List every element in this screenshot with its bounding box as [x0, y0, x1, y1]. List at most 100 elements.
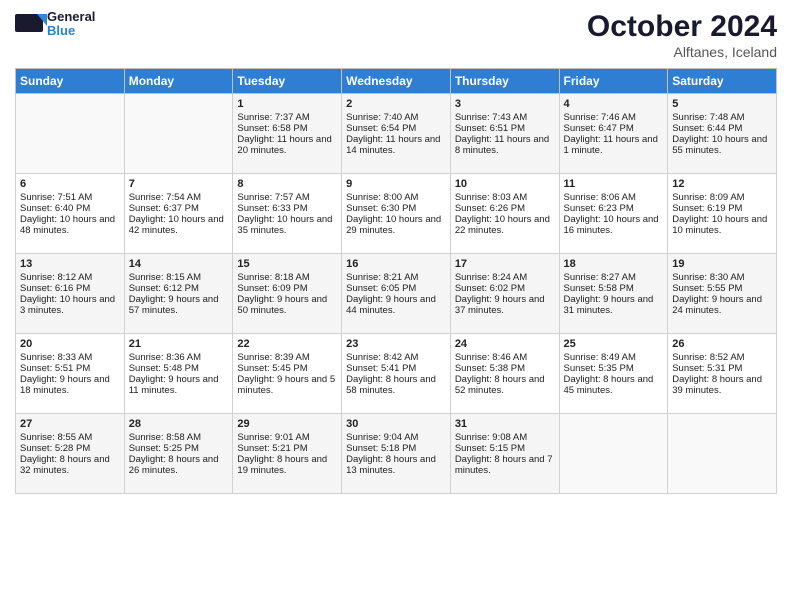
sunset-text: Sunset: 5:51 PM [20, 363, 120, 374]
daylight-text: Daylight: 10 hours and 16 minutes. [564, 214, 664, 236]
day-number: 16 [346, 258, 446, 270]
day-number: 9 [346, 178, 446, 190]
day-number: 12 [672, 178, 772, 190]
sunset-text: Sunset: 6:58 PM [237, 123, 337, 134]
sunset-text: Sunset: 6:44 PM [672, 123, 772, 134]
calendar-cell: 5Sunrise: 7:48 AMSunset: 6:44 PMDaylight… [668, 94, 777, 174]
daylight-text: Daylight: 11 hours and 20 minutes. [237, 134, 337, 156]
sunrise-text: Sunrise: 7:40 AM [346, 112, 446, 123]
calendar-cell: 15Sunrise: 8:18 AMSunset: 6:09 PMDayligh… [233, 254, 342, 334]
sunrise-text: Sunrise: 8:15 AM [129, 272, 229, 283]
weekday-header: Wednesday [342, 69, 451, 94]
sunrise-text: Sunrise: 8:42 AM [346, 352, 446, 363]
sunset-text: Sunset: 6:47 PM [564, 123, 664, 134]
sunrise-text: Sunrise: 8:30 AM [672, 272, 772, 283]
day-number: 25 [564, 338, 664, 350]
sunrise-text: Sunrise: 8:18 AM [237, 272, 337, 283]
sunset-text: Sunset: 6:37 PM [129, 203, 229, 214]
daylight-text: Daylight: 9 hours and 5 minutes. [237, 374, 337, 396]
sunset-text: Sunset: 5:31 PM [672, 363, 772, 374]
sunrise-text: Sunrise: 8:36 AM [129, 352, 229, 363]
sunrise-text: Sunrise: 7:46 AM [564, 112, 664, 123]
sunset-text: Sunset: 5:28 PM [20, 443, 120, 454]
calendar-cell: 11Sunrise: 8:06 AMSunset: 6:23 PMDayligh… [559, 174, 668, 254]
daylight-text: Daylight: 10 hours and 35 minutes. [237, 214, 337, 236]
sunrise-text: Sunrise: 9:08 AM [455, 432, 555, 443]
day-number: 23 [346, 338, 446, 350]
daylight-text: Daylight: 10 hours and 10 minutes. [672, 214, 772, 236]
header: General Blue October 2024 Alftanes, Icel… [15, 10, 777, 60]
day-number: 26 [672, 338, 772, 350]
calendar-week-row: 27Sunrise: 8:55 AMSunset: 5:28 PMDayligh… [16, 414, 777, 494]
calendar-cell: 22Sunrise: 8:39 AMSunset: 5:45 PMDayligh… [233, 334, 342, 414]
calendar-cell: 19 Sunrise: 8:30 AMSunset: 5:55 PMDayligh… [668, 254, 777, 334]
daylight-text: Daylight: 9 hours and 50 minutes. [237, 294, 337, 316]
sunset-text: Sunset: 5:38 PM [455, 363, 555, 374]
location: Alftanes, Iceland [587, 44, 777, 60]
calendar-week-row: 13Sunrise: 8:12 AMSunset: 6:16 PMDayligh… [16, 254, 777, 334]
daylight-text: Daylight: 8 hours and 32 minutes. [20, 454, 120, 476]
logo: General Blue [15, 10, 95, 39]
day-number: 18 [564, 258, 664, 270]
day-number: 7 [129, 178, 229, 190]
calendar-cell [559, 414, 668, 494]
daylight-text: Daylight: 9 hours and 24 minutes. [672, 294, 772, 316]
logo-icon [15, 12, 47, 36]
calendar-cell: 12 Sunrise: 8:09 AMSunset: 6:19 PMDayligh… [668, 174, 777, 254]
daylight-text: Daylight: 11 hours and 14 minutes. [346, 134, 446, 156]
calendar-cell: 10Sunrise: 8:03 AMSunset: 6:26 PMDayligh… [450, 174, 559, 254]
daylight-text: Daylight: 10 hours and 29 minutes. [346, 214, 446, 236]
sunrise-text: Sunrise: 9:04 AM [346, 432, 446, 443]
sunset-text: Sunset: 5:55 PM [672, 283, 772, 294]
calendar-cell [16, 94, 125, 174]
calendar-cell: 9 Sunrise: 8:00 AMSunset: 6:30 PMDaylight… [342, 174, 451, 254]
calendar-cell: 17Sunrise: 8:24 AMSunset: 6:02 PMDayligh… [450, 254, 559, 334]
calendar-cell: 3Sunrise: 7:43 AMSunset: 6:51 PMDaylight… [450, 94, 559, 174]
month-title: October 2024 [587, 10, 777, 44]
calendar-week-row: 20Sunrise: 8:33 AMSunset: 5:51 PMDayligh… [16, 334, 777, 414]
sunrise-text: Sunrise: 8:33 AM [20, 352, 120, 363]
daylight-text: Daylight: 9 hours and 11 minutes. [129, 374, 229, 396]
calendar-cell: 14Sunrise: 8:15 AMSunset: 6:12 PMDayligh… [124, 254, 233, 334]
sunset-text: Sunset: 5:48 PM [129, 363, 229, 374]
day-number: 19 [672, 258, 772, 270]
sunrise-text: Sunrise: 7:51 AM [20, 192, 120, 203]
sunset-text: Sunset: 5:35 PM [564, 363, 664, 374]
day-number: 28 [129, 418, 229, 430]
daylight-text: Daylight: 9 hours and 57 minutes. [129, 294, 229, 316]
daylight-text: Daylight: 10 hours and 55 minutes. [672, 134, 772, 156]
calendar-cell: 25Sunrise: 8:49 AMSunset: 5:35 PMDayligh… [559, 334, 668, 414]
calendar-cell: 7Sunrise: 7:54 AMSunset: 6:37 PMDaylight… [124, 174, 233, 254]
sunrise-text: Sunrise: 8:46 AM [455, 352, 555, 363]
day-number: 2 [346, 98, 446, 110]
title-block: October 2024 Alftanes, Iceland [587, 10, 777, 60]
sunrise-text: Sunrise: 7:43 AM [455, 112, 555, 123]
calendar-cell: 27Sunrise: 8:55 AMSunset: 5:28 PMDayligh… [16, 414, 125, 494]
sunset-text: Sunset: 6:19 PM [672, 203, 772, 214]
day-number: 22 [237, 338, 337, 350]
sunrise-text: Sunrise: 8:00 AM [346, 192, 446, 203]
day-number: 1 [237, 98, 337, 110]
sunset-text: Sunset: 6:23 PM [564, 203, 664, 214]
sunset-text: Sunset: 6:30 PM [346, 203, 446, 214]
calendar-cell [124, 94, 233, 174]
day-number: 14 [129, 258, 229, 270]
weekday-header: Sunday [16, 69, 125, 94]
logo-general: General [47, 10, 95, 24]
sunset-text: Sunset: 6:33 PM [237, 203, 337, 214]
day-number: 6 [20, 178, 120, 190]
sunrise-text: Sunrise: 8:52 AM [672, 352, 772, 363]
sunset-text: Sunset: 5:25 PM [129, 443, 229, 454]
sunset-text: Sunset: 6:02 PM [455, 283, 555, 294]
sunset-text: Sunset: 6:54 PM [346, 123, 446, 134]
sunrise-text: Sunrise: 8:09 AM [672, 192, 772, 203]
sunrise-text: Sunrise: 8:24 AM [455, 272, 555, 283]
logo-blue: Blue [47, 24, 95, 38]
sunrise-text: Sunrise: 8:58 AM [129, 432, 229, 443]
sunset-text: Sunset: 6:51 PM [455, 123, 555, 134]
sunset-text: Sunset: 5:45 PM [237, 363, 337, 374]
sunrise-text: Sunrise: 7:57 AM [237, 192, 337, 203]
daylight-text: Daylight: 11 hours and 8 minutes. [455, 134, 555, 156]
sunrise-text: Sunrise: 8:12 AM [20, 272, 120, 283]
daylight-text: Daylight: 9 hours and 44 minutes. [346, 294, 446, 316]
